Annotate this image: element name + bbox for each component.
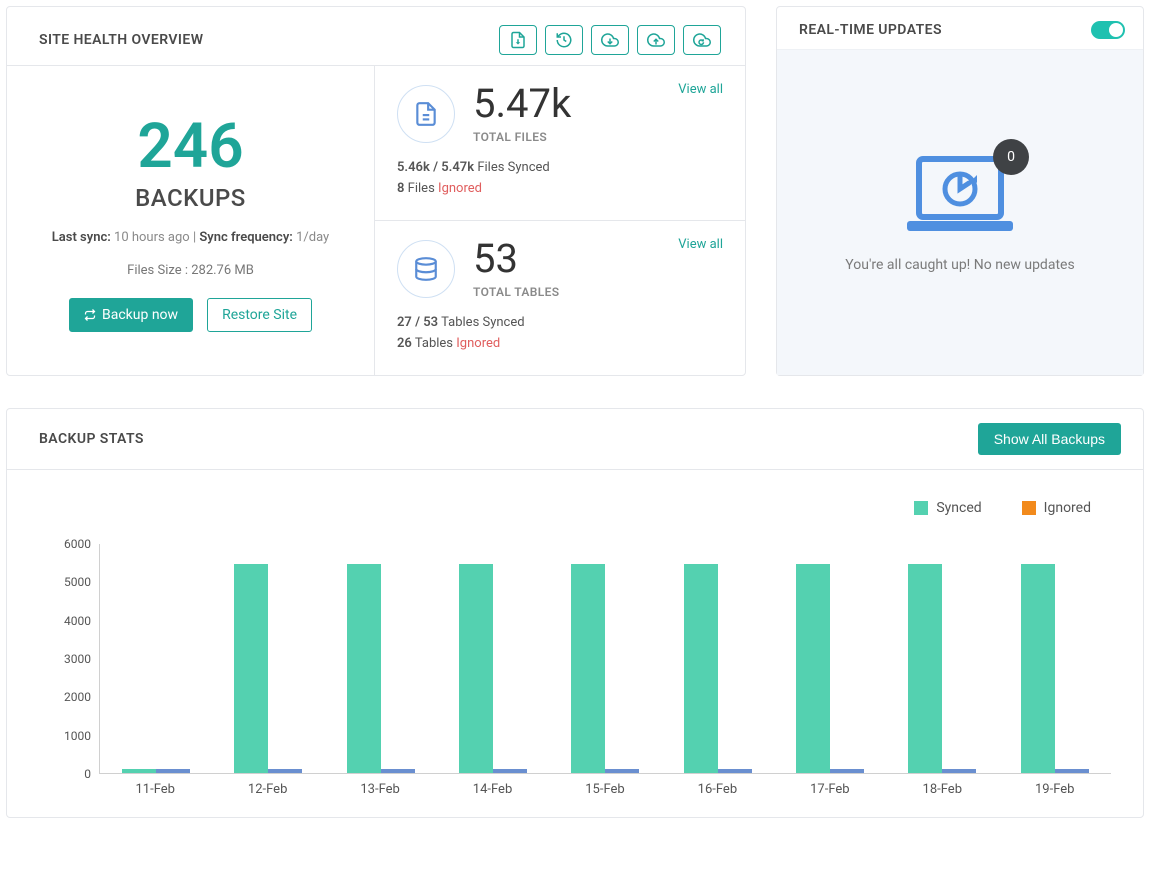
x-label: 16-Feb <box>661 774 773 797</box>
chart-legend: Synced Ignored <box>39 500 1111 516</box>
bar-synced <box>796 564 830 773</box>
total-files-block: View all 5.47k TOTAL FILES 5.46k / 5.47k… <box>375 66 745 221</box>
view-all-tables-link[interactable]: View all <box>678 237 723 252</box>
y-tick: 4000 <box>64 614 91 628</box>
backups-label: BACKUPS <box>27 184 354 212</box>
bar-group <box>999 544 1111 773</box>
bar-group <box>662 544 774 773</box>
backups-count: 246 <box>27 116 354 178</box>
realtime-card: REAL-TIME UPDATES 0 You're all caught <box>776 6 1144 376</box>
bar-synced <box>122 769 156 773</box>
backup-stats-card: BACKUP STATS Show All Backups Synced Ign… <box>6 408 1144 818</box>
cloud-sync-icon[interactable] <box>683 25 721 55</box>
bar-synced <box>1021 564 1055 773</box>
bar-ignored <box>1055 769 1089 773</box>
total-files-value: 5.47k <box>473 84 571 124</box>
bar-synced <box>347 564 381 773</box>
total-files-label: TOTAL FILES <box>473 130 571 144</box>
x-label: 19-Feb <box>999 774 1111 797</box>
x-label: 12-Feb <box>211 774 323 797</box>
bar-synced <box>571 564 605 773</box>
x-label: 15-Feb <box>549 774 661 797</box>
bar-ignored <box>268 769 302 773</box>
backup-chart: 0100020003000400050006000 <box>39 544 1111 774</box>
bar-synced <box>684 564 718 773</box>
bar-group <box>886 544 998 773</box>
x-label: 11-Feb <box>99 774 211 797</box>
file-icon <box>397 85 455 143</box>
bar-ignored <box>493 769 527 773</box>
site-health-title: SITE HEALTH OVERVIEW <box>39 32 203 48</box>
bar-ignored <box>381 769 415 773</box>
x-label: 13-Feb <box>324 774 436 797</box>
bar-group <box>212 544 324 773</box>
tables-synced-line: 27 / 53 Tables Synced <box>397 315 723 330</box>
x-label: 18-Feb <box>886 774 998 797</box>
file-download-icon[interactable] <box>499 25 537 55</box>
total-tables-block: View all 53 TOTAL TABLES 27 / 53 Tables … <box>375 221 745 375</box>
total-tables-value: 53 <box>473 239 559 279</box>
history-icon[interactable] <box>545 25 583 55</box>
legend-ignored: Ignored <box>1022 500 1091 516</box>
bar-ignored <box>830 769 864 773</box>
y-tick: 3000 <box>64 652 91 666</box>
total-tables-label: TOTAL TABLES <box>473 285 559 299</box>
y-tick: 5000 <box>64 575 91 589</box>
bar-ignored <box>718 769 752 773</box>
bar-group <box>325 544 437 773</box>
show-all-backups-button[interactable]: Show All Backups <box>978 423 1121 455</box>
bar-synced <box>459 564 493 773</box>
files-synced-line: 5.46k / 5.47k Files Synced <box>397 160 723 175</box>
backup-now-button[interactable]: Backup now <box>69 298 193 332</box>
backup-stats-title: BACKUP STATS <box>39 431 144 447</box>
bar-synced <box>234 564 268 773</box>
bar-group <box>100 544 212 773</box>
view-all-files-link[interactable]: View all <box>678 82 723 97</box>
x-label: 17-Feb <box>774 774 886 797</box>
y-tick: 2000 <box>64 690 91 704</box>
tables-ignored-line: 26 Tables Ignored <box>397 336 723 351</box>
y-tick: 1000 <box>64 729 91 743</box>
laptop-icon: 0 <box>905 153 1015 237</box>
bar-synced <box>908 564 942 773</box>
cloud-download-icon[interactable] <box>591 25 629 55</box>
bar-ignored <box>942 769 976 773</box>
files-ignored-line: 8 Files Ignored <box>397 181 723 196</box>
bar-ignored <box>156 769 190 773</box>
site-health-card: SITE HEALTH OVERVIEW <box>6 6 746 376</box>
realtime-title: REAL-TIME UPDATES <box>799 22 942 38</box>
y-tick: 6000 <box>64 537 91 551</box>
realtime-toggle[interactable] <box>1091 21 1125 39</box>
legend-synced: Synced <box>914 500 981 516</box>
restore-site-button[interactable]: Restore Site <box>207 298 312 332</box>
bar-ignored <box>605 769 639 773</box>
bar-group <box>774 544 886 773</box>
database-icon <box>397 240 455 298</box>
update-count-badge: 0 <box>993 139 1029 175</box>
cloud-upload-icon[interactable] <box>637 25 675 55</box>
sync-info: Last sync: 10 hours ago | Sync frequency… <box>27 230 354 245</box>
bar-group <box>549 544 661 773</box>
x-label: 14-Feb <box>436 774 548 797</box>
files-size: Files Size : 282.76 MB <box>27 263 354 278</box>
site-health-toolbar <box>499 25 721 55</box>
backups-summary: 246 BACKUPS Last sync: 10 hours ago | Sy… <box>7 66 375 375</box>
bar-group <box>437 544 549 773</box>
y-tick: 0 <box>84 767 91 781</box>
caught-up-text: You're all caught up! No new updates <box>845 257 1074 273</box>
